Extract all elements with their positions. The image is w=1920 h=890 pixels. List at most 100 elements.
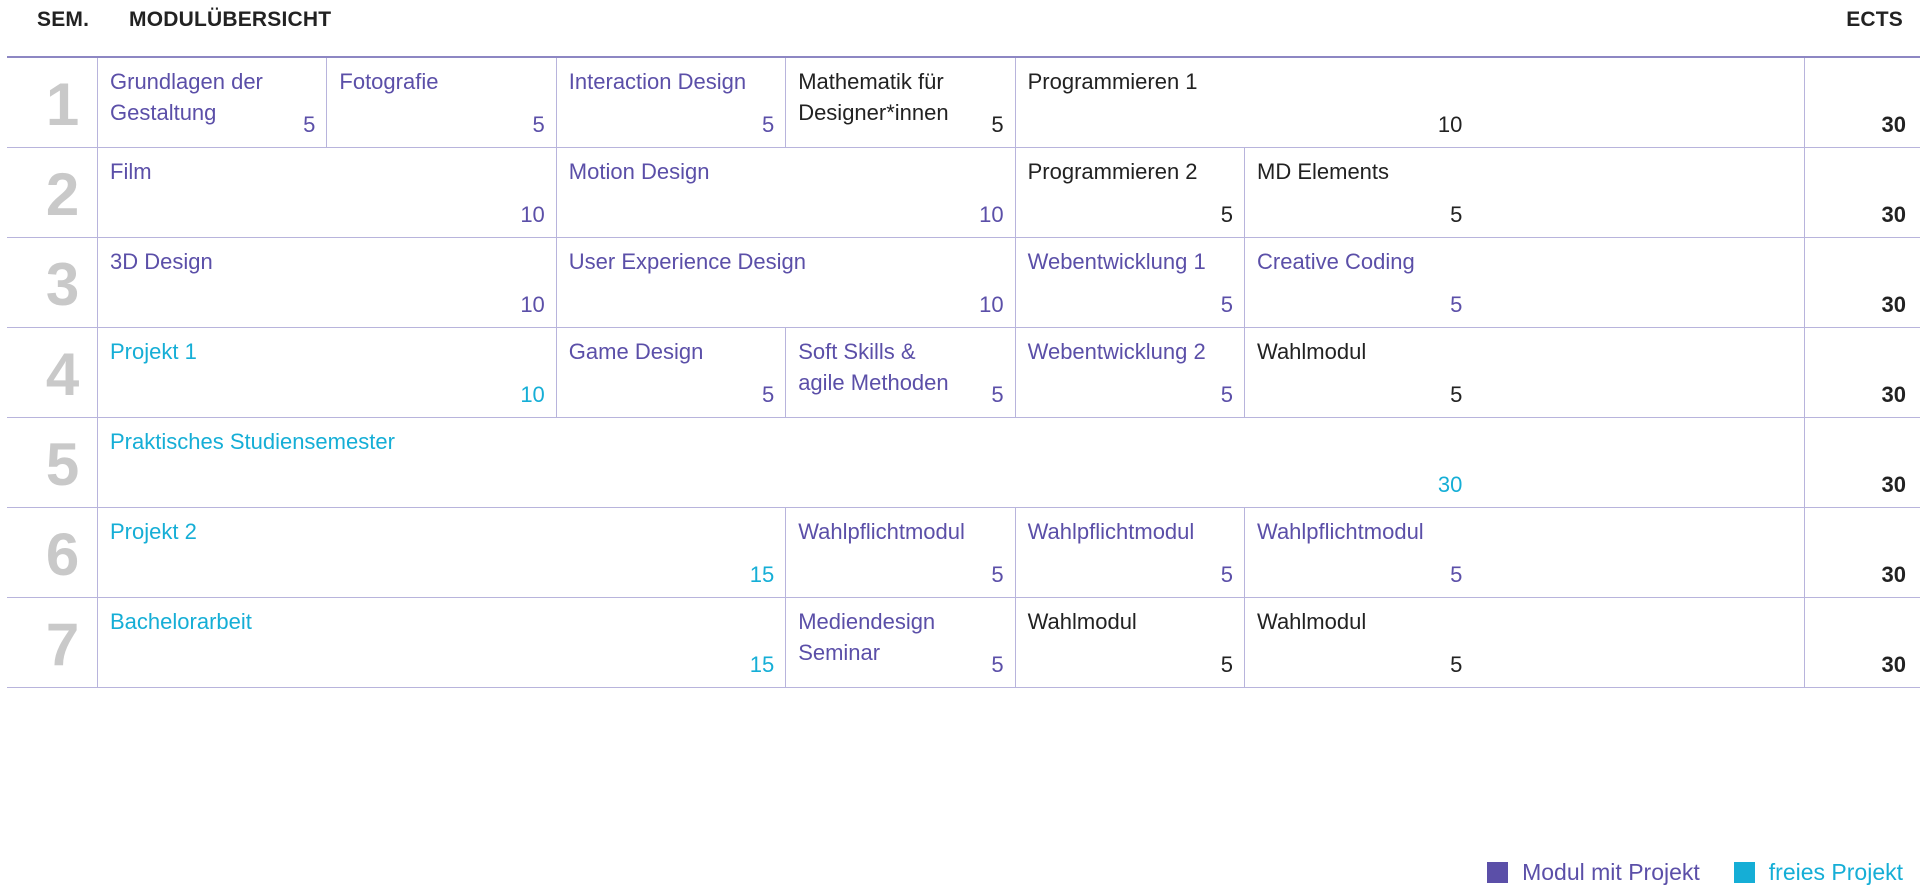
- semester-row: 5 Praktisches Studiensemester 30 30: [7, 418, 1920, 508]
- legend-item-project: Modul mit Projekt: [1487, 859, 1700, 886]
- module-ects: 5: [1220, 292, 1233, 317]
- semester-total-cell: 30: [1804, 418, 1920, 507]
- module-cell: Bachelorarbeit 15: [97, 598, 785, 687]
- module-ects: 5: [761, 382, 775, 407]
- module-name: Soft Skills & agile Methoden: [798, 339, 949, 395]
- module-ects: 5: [532, 112, 545, 137]
- ects-column-header: ECTS: [1846, 8, 1903, 31]
- module-ects: 5: [1220, 202, 1233, 227]
- legend: Modul mit Projekt freies Projekt: [1467, 856, 1903, 888]
- module-cell: Creative Coding 5: [1244, 238, 1473, 327]
- semester-total-ects: 30: [1881, 202, 1906, 227]
- module-name: Praktisches Studiensemester: [110, 429, 395, 454]
- module-cell: Wahlpflichtmodul 5: [1244, 508, 1473, 597]
- semester-row: 2 Film 10 Motion Design 10 Programmieren 2 5 MD…: [7, 148, 1920, 238]
- module-cell: Wahlpflichtmodul 5: [1014, 508, 1244, 597]
- module-ects: 10: [520, 382, 545, 407]
- module-cell: Programmieren 1 10: [1014, 58, 1474, 147]
- module-cell: Wahlmodul 5: [1244, 598, 1473, 687]
- semester-total-cell: 30: [1804, 328, 1920, 417]
- module-cell: Grundlagen der Gestaltung 5: [97, 58, 326, 147]
- legend-item-free: freies Projekt: [1733, 858, 1903, 886]
- module-ects: 5: [991, 652, 1004, 677]
- semester-total-ects: 30: [1881, 292, 1906, 317]
- module-name: Game Design: [568, 339, 704, 364]
- module-name: Wahlmodul: [1257, 609, 1367, 634]
- module-ects: 5: [991, 382, 1004, 407]
- module-name: User Experience Design: [568, 249, 807, 274]
- module-cell: Webentwicklung 2 5: [1014, 328, 1244, 417]
- module-cell: Film 10: [97, 148, 556, 237]
- module-name: Programmieren 1: [1027, 69, 1198, 94]
- module-cell: Praktisches Studiensemester 30: [97, 418, 1473, 507]
- module-cell: User Experience Design 10: [555, 238, 1015, 327]
- module-name: Wahlmodul: [1027, 609, 1137, 634]
- module-name: Webentwicklung 1: [1027, 249, 1206, 274]
- module-cell: Mediendesign Seminar 5: [785, 598, 1014, 687]
- module-cell: 3D Design 10: [97, 238, 556, 327]
- module-cell: Webentwicklung 1 5: [1014, 238, 1244, 327]
- module-ects: 5: [1450, 652, 1463, 677]
- legend-swatch-project: [1487, 861, 1509, 883]
- module-name: Grundlagen der Gestaltung: [110, 69, 263, 125]
- module-name: Wahlpflichtmodul: [1257, 519, 1424, 544]
- module-ects: 15: [749, 562, 775, 587]
- module-name: MD Elements: [1257, 159, 1390, 184]
- module-ects: 5: [1450, 562, 1463, 587]
- module-name: Wahlpflichtmodul: [1027, 519, 1195, 544]
- legend-swatch-free: [1733, 861, 1755, 883]
- module-cell: Wahlmodul 5: [1244, 328, 1473, 417]
- module-name: 3D Design: [110, 249, 213, 274]
- module-ects: 10: [1437, 112, 1463, 137]
- module-cell: Projekt 2 15: [97, 508, 785, 597]
- semester-total-cell: 30: [1804, 238, 1920, 327]
- legend-label-free: freies Projekt: [1768, 858, 1903, 885]
- module-ects: 5: [761, 112, 775, 137]
- semester-total-ects: 30: [1881, 472, 1906, 497]
- module-ects: 5: [1450, 202, 1463, 227]
- module-cell: Programmieren 2 5: [1014, 148, 1244, 237]
- module-name: Wahlpflichtmodul: [798, 519, 965, 544]
- semester-total-ects: 30: [1881, 562, 1906, 587]
- semester-total-cell: 30: [1804, 598, 1920, 687]
- semester-row: 4 Projekt 1 10 Game Design 5 Soft Skills & ag…: [7, 328, 1920, 418]
- module-cell: Mathematik für Designer*innen 5: [785, 58, 1014, 147]
- module-ects: 5: [991, 112, 1004, 137]
- semester-row: 7 Bachelorarbeit 15 Mediendesign Seminar 5 Wa…: [7, 598, 1920, 688]
- module-ects: 5: [1450, 382, 1463, 407]
- module-name: Programmieren 2: [1027, 159, 1198, 184]
- module-name: Fotografie: [339, 69, 439, 94]
- module-ects: 5: [1220, 562, 1233, 587]
- semester-total-ects: 30: [1881, 382, 1906, 407]
- module-grid: 1 Grundlagen der Gestaltung 5 Fotografie 5 In…: [7, 56, 1920, 832]
- module-cell: Interaction Design 5: [555, 58, 785, 147]
- module-ects: 5: [303, 112, 316, 137]
- module-ects: 5: [1220, 652, 1233, 677]
- module-name: Interaction Design: [568, 69, 747, 94]
- semester-row: 6 Projekt 2 15 Wahlpflichtmodul 5 Wahlpflicht…: [7, 508, 1920, 598]
- module-name: Film: [110, 159, 152, 184]
- module-ects: 5: [1450, 292, 1463, 317]
- module-overview-header: MODULÜBERSICHT: [129, 8, 332, 31]
- module-ects: 10: [979, 202, 1004, 227]
- semester-total-ects: 30: [1881, 112, 1906, 137]
- module-ects: 5: [1220, 382, 1233, 407]
- module-name: Creative Coding: [1257, 249, 1415, 274]
- module-name: Projekt 1: [110, 339, 197, 364]
- module-name: Mathematik für Designer*innen: [798, 69, 949, 125]
- module-name: Motion Design: [568, 159, 710, 184]
- semester-total-ects: 30: [1881, 652, 1906, 677]
- module-name: Bachelorarbeit: [110, 609, 252, 634]
- legend-label-project: Modul mit Projekt: [1522, 858, 1700, 885]
- module-name: Wahlmodul: [1257, 339, 1367, 364]
- semester-total-cell: 30: [1804, 508, 1920, 597]
- module-ects: 10: [520, 202, 545, 227]
- module-cell: MD Elements 5: [1244, 148, 1473, 237]
- module-cell: Wahlpflichtmodul 5: [785, 508, 1014, 597]
- semester-row: 1 Grundlagen der Gestaltung 5 Fotografie 5 In…: [7, 58, 1920, 148]
- semester-column-header: SEM.: [37, 8, 90, 31]
- module-cell: Wahlmodul 5: [1014, 598, 1244, 687]
- module-ects: 10: [979, 292, 1004, 317]
- module-name: Webentwicklung 2: [1027, 339, 1206, 364]
- module-cell: Soft Skills & agile Methoden 5: [785, 328, 1014, 417]
